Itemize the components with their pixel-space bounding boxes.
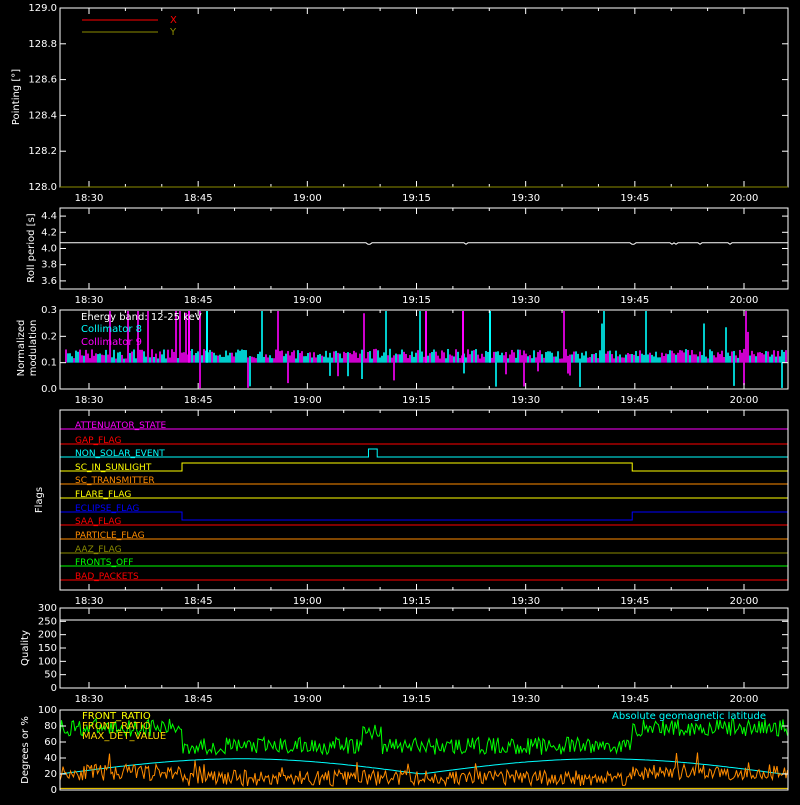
y-tick-label: 0 (51, 785, 57, 796)
modulation-ylabel-1: Normalized (16, 320, 27, 377)
x-tick-label: 19:30 (511, 395, 540, 406)
y-tick-label: 128.2 (28, 146, 57, 157)
y-tick-label: 4.2 (41, 227, 57, 238)
x-tick-label: 19:45 (620, 395, 649, 406)
x-tick-label: 20:00 (730, 395, 759, 406)
x-tick-label: 20:00 (730, 596, 759, 607)
y-tick-label: 200 (38, 630, 57, 641)
y-tick-label: 0.2 (41, 331, 57, 342)
x-tick-label: 20:00 (730, 193, 759, 204)
x-tick-label: 18:30 (75, 596, 104, 607)
x-tick-label: 19:15 (402, 395, 431, 406)
y-tick-label: 300 (38, 603, 57, 614)
legend-collimator8: Collimator 8 (81, 324, 142, 335)
figure: 128.0 128.2 128.4 128.6 128.8 129.0 18:30 18:4… (0, 0, 800, 800)
y-tick-label: 128.4 (28, 110, 57, 121)
y-tick-label: 50 (44, 670, 57, 681)
x-tick-label: 19:30 (511, 193, 540, 204)
y-tick-label: 3.6 (41, 276, 57, 287)
flag-label: ECLIPSE_FLAG (75, 504, 139, 514)
y-tick-label: 150 (38, 643, 57, 654)
flag-label: NON_SOLAR_EVENT (75, 449, 165, 459)
flags-ylabel: Flags (34, 487, 45, 513)
y-tick-label: 0.3 (41, 305, 57, 316)
x-tick-label: 19:00 (293, 193, 322, 204)
y-tick-label: 4.4 (41, 211, 57, 222)
legend-y-label: Y (169, 27, 177, 38)
y-tick-label: 60 (44, 737, 57, 748)
y-tick-label: 3.8 (41, 260, 57, 271)
x-tick-label: 19:00 (293, 596, 322, 607)
quality-ylabel: Quality (20, 630, 31, 666)
flag-label: BAD_PACKETS (75, 572, 139, 582)
flag-label: ATTENUATOR_STATE (75, 421, 167, 431)
y-tick-label: 128.8 (28, 39, 57, 50)
y-tick-label: 0 (51, 683, 57, 694)
y-tick-label: 4.0 (41, 244, 57, 255)
x-tick-label: 18:30 (75, 395, 104, 406)
x-tick-label: 18:45 (184, 694, 213, 705)
legend-collimator9: Collimator 9 (81, 337, 142, 348)
x-tick-label: 19:15 (402, 193, 431, 204)
x-tick-label: 19:45 (620, 193, 649, 204)
degrees-ylabel: Degrees or % (20, 716, 31, 784)
x-tick-label: 18:45 (184, 596, 213, 607)
y-tick-label: 128.0 (28, 182, 57, 193)
y-tick-label: 128.6 (28, 75, 57, 86)
x-tick-label: 19:45 (620, 295, 649, 306)
x-tick-label: 19:30 (511, 596, 540, 607)
figure-background (0, 0, 800, 800)
y-tick-label: 0.0 (41, 384, 57, 395)
x-tick-label: 18:30 (75, 694, 104, 705)
x-tick-label: 19:45 (620, 596, 649, 607)
legend-max-det-value: MAX_DET_VALUE (82, 731, 166, 742)
x-tick-label: 19:15 (402, 694, 431, 705)
y-tick-label: 250 (38, 616, 57, 627)
y-tick-label: 100 (38, 705, 57, 716)
x-tick-label: 20:00 (730, 694, 759, 705)
x-tick-label: 19:00 (293, 694, 322, 705)
x-tick-label: 19:15 (402, 295, 431, 306)
flag-label: SC_IN_SUNLIGHT (75, 463, 152, 473)
y-tick-label: 129.0 (28, 3, 57, 14)
x-tick-label: 20:00 (730, 295, 759, 306)
legend-x-label: X (170, 15, 177, 26)
flag-label: PARTICLE_FLAG (75, 531, 145, 541)
energy-band-annotation: Energy band: 12-25 keV (81, 312, 202, 323)
x-tick-label: 19:30 (511, 295, 540, 306)
flag-label: SAA_FLAG (75, 517, 121, 527)
y-tick-label: 0.1 (41, 358, 57, 369)
x-tick-label: 19:30 (511, 694, 540, 705)
chart-stage: 128.0 128.2 128.4 128.6 128.8 129.0 18:30 18:4… (0, 0, 800, 800)
x-tick-label: 18:45 (184, 193, 213, 204)
x-tick-label: 19:00 (293, 295, 322, 306)
flag-label: FLARE_FLAG (75, 490, 131, 500)
x-tick-label: 19:45 (620, 694, 649, 705)
flag-label: SC_TRANSMITTER (75, 476, 155, 486)
y-tick-label: 40 (44, 753, 57, 764)
x-tick-label: 19:00 (293, 395, 322, 406)
roll-period-ylabel: Roll period [s] (26, 213, 37, 282)
x-tick-label: 18:30 (75, 295, 104, 306)
pointing-ylabel: Pointing [°] (11, 69, 22, 125)
x-tick-label: 18:30 (75, 193, 104, 204)
y-tick-label: 100 (38, 656, 57, 667)
x-tick-label: 19:15 (402, 596, 431, 607)
y-tick-label: 80 (44, 721, 57, 732)
modulation-ylabel-2: modulation (28, 320, 39, 377)
flag-label: FRONTS_OFF (75, 558, 133, 568)
x-tick-label: 18:45 (184, 395, 213, 406)
y-tick-label: 20 (44, 769, 57, 780)
flag-label: GAP_FLAG (75, 436, 121, 446)
flag-label: AAZ_FLAG (75, 545, 122, 555)
geomagnetic-latitude-label: Absolute geomagnetic latitude (612, 711, 766, 722)
x-tick-label: 18:45 (184, 295, 213, 306)
